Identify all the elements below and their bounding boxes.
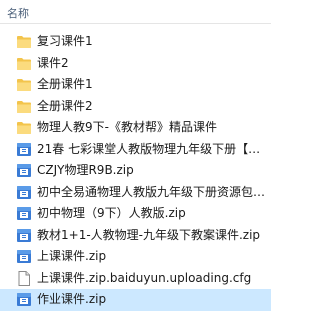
zip-archive-icon — [16, 292, 32, 307]
file-row-folder[interactable]: 全册课件1 — [0, 74, 271, 96]
file-name: 全册课件1 — [37, 77, 93, 91]
file-name: 全册课件2 — [37, 98, 93, 113]
zip-archive-icon — [16, 228, 32, 243]
folder-icon — [16, 56, 32, 71]
file-row-zip-selected[interactable]: 作业课件.zip — [0, 289, 271, 311]
document-icon — [16, 270, 32, 286]
folder-icon — [16, 34, 32, 49]
file-row-folder[interactable]: 复习课件1 — [0, 31, 271, 53]
file-row-zip[interactable]: 初中全易通物理人教版九年级下册资源包… — [0, 182, 271, 204]
file-name: 初中物理（9下）人教版.zip — [37, 206, 186, 220]
file-list: 复习课件1 课件2 全册课件1 全册课件2 物理人教9下-《教材帮》精品课件 2… — [0, 31, 271, 311]
file-row-zip[interactable]: CZJY物理R9B.zip — [0, 160, 271, 182]
file-name: 初中全易通物理人教版九年级下册资源包… — [37, 184, 266, 199]
file-row-folder[interactable]: 物理人教9下-《教材帮》精品课件 — [0, 117, 271, 139]
zip-archive-icon — [16, 185, 32, 200]
file-name: CZJY物理R9B.zip — [37, 163, 134, 177]
file-name: 作业课件.zip — [37, 292, 107, 306]
file-name: 复习课件1 — [37, 34, 93, 48]
name-column-header[interactable]: 名称 — [7, 5, 29, 21]
file-name: 21春 七彩课堂人教版物理九年级下册【… — [37, 141, 261, 156]
folder-icon — [16, 99, 32, 114]
file-row-zip[interactable]: 教材1+1-人教物理-九年级下教案课件.zip — [0, 225, 271, 247]
file-row-folder[interactable]: 全册课件2 — [0, 96, 271, 118]
zip-archive-icon — [16, 249, 32, 264]
file-name: 物理人教9下-《教材帮》精品课件 — [37, 120, 217, 134]
file-row-file[interactable]: 上课课件.zip.baiduyun.uploading.cfg — [0, 268, 271, 290]
zip-archive-icon — [16, 163, 32, 178]
zip-archive-icon — [16, 206, 32, 221]
file-row-zip[interactable]: 初中物理（9下）人教版.zip — [0, 203, 271, 225]
file-name: 教材1+1-人教物理-九年级下教案课件.zip — [37, 227, 261, 242]
folder-icon — [16, 77, 32, 92]
file-row-zip[interactable]: 21春 七彩课堂人教版物理九年级下册【… — [0, 139, 271, 161]
folder-icon — [16, 120, 32, 135]
file-name: 上课课件.zip.baiduyun.uploading.cfg — [37, 270, 252, 285]
file-name: 上课课件.zip — [37, 249, 107, 263]
zip-archive-icon — [16, 142, 32, 157]
file-row-folder[interactable]: 课件2 — [0, 53, 271, 75]
column-header[interactable]: 名称 — [0, 0, 271, 24]
file-row-zip[interactable]: 上课课件.zip — [0, 246, 271, 268]
file-name: 课件2 — [37, 55, 69, 70]
